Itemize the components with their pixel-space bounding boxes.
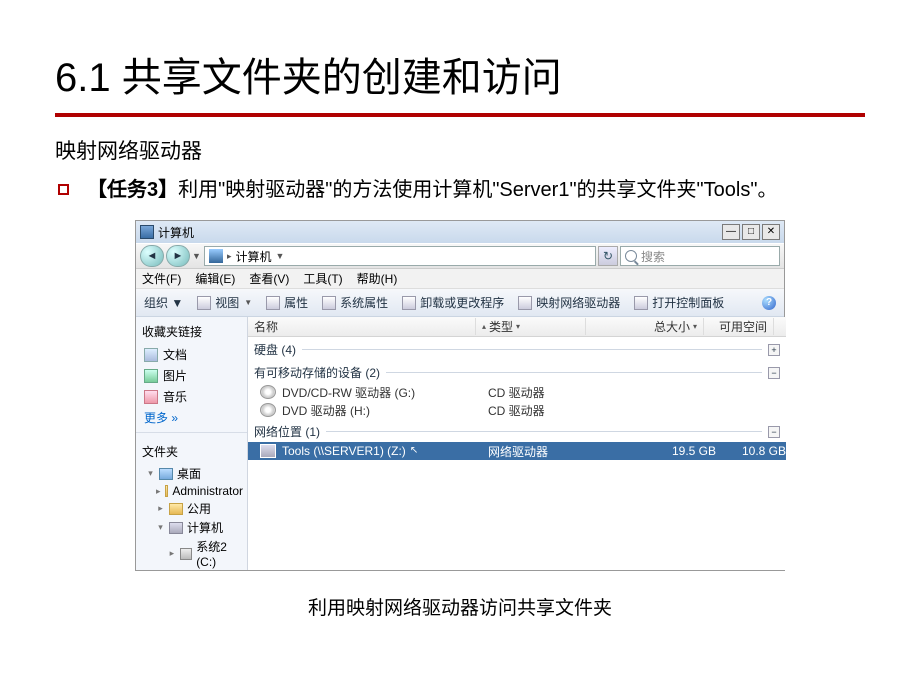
- tree-public[interactable]: ▸公用: [136, 499, 247, 518]
- folders-title: 文件夹: [136, 437, 247, 464]
- bullet-marker-icon: [58, 184, 69, 195]
- expand-icon[interactable]: ▾: [146, 468, 155, 479]
- breadcrumb-suffix-icon[interactable]: ▼: [276, 251, 285, 261]
- properties-icon: [266, 296, 280, 310]
- slide-title: 6.1 共享文件夹的创建和访问: [0, 0, 920, 113]
- command-bar: 组织 ▼ 视图▼ 属性 系统属性 卸载或更改程序 映射网络驱动器 打开控制面板 …: [136, 289, 784, 317]
- sidebar-more-link[interactable]: 更多 »: [136, 407, 247, 428]
- file-list-pane: 名称 ▴类型▾ 总大小▾ 可用空间 硬盘 (4)+ 有可移动存储的设备 (2)−…: [248, 317, 786, 570]
- history-dropdown-icon[interactable]: ▼: [192, 251, 202, 261]
- task-label: 【任务3】: [87, 179, 178, 201]
- row-tools-z[interactable]: Tools (\\SERVER1) (Z:)↖ 网络驱动器 19.5 GB 10…: [248, 442, 786, 460]
- controlpanel-icon: [634, 296, 648, 310]
- tree-drive-c[interactable]: ▸系统2 (C:): [136, 537, 247, 570]
- menu-edit[interactable]: 编辑(E): [195, 270, 235, 287]
- desktop-icon: [159, 468, 173, 480]
- documents-icon: [144, 348, 158, 362]
- group-hdd[interactable]: 硬盘 (4)+: [248, 337, 786, 360]
- search-input[interactable]: 搜索: [620, 246, 780, 266]
- organize-button[interactable]: 组织 ▼: [144, 294, 183, 311]
- slide-subtitle: 映射网络驱动器: [0, 117, 920, 173]
- column-header-row: 名称 ▴类型▾ 总大小▾ 可用空间: [248, 317, 786, 337]
- location-icon: [209, 249, 223, 263]
- explorer-window: 计算机 — □ ✕ ◄ ► ▼ ▸ 计算机 ▼ ↻ 搜索 文件(F) 编辑(E)…: [135, 220, 785, 571]
- chevron-right-icon: ▸: [227, 251, 232, 262]
- sort-asc-icon: ▴: [482, 322, 486, 331]
- favorites-title: 收藏夹链接: [136, 317, 247, 344]
- controlpanel-button[interactable]: 打开控制面板: [634, 294, 724, 311]
- search-placeholder: 搜索: [641, 248, 665, 265]
- window-title: 计算机: [158, 224, 194, 241]
- sidebar-item-music[interactable]: 音乐: [136, 386, 247, 407]
- folder-icon: [165, 485, 169, 497]
- tree-computer[interactable]: ▾计算机: [136, 518, 247, 537]
- music-icon: [144, 390, 158, 404]
- forward-button[interactable]: ►: [166, 245, 190, 267]
- group-netloc[interactable]: 网络位置 (1)−: [248, 419, 786, 442]
- column-name[interactable]: 名称: [248, 318, 476, 335]
- mouse-cursor-icon: ↖: [410, 445, 418, 456]
- column-type[interactable]: ▴类型▾: [476, 318, 586, 335]
- tree-admin[interactable]: ▸Administrator: [136, 483, 247, 499]
- task-body: 利用"映射驱动器"的方法使用计算机"Server1"的共享文件夹"Tools"。: [178, 179, 777, 201]
- computer-icon: [140, 225, 154, 239]
- nav-pane: 收藏夹链接 文档 图片 音乐 更多 » 文件夹 ▾桌面 ▸Administrat…: [136, 317, 248, 570]
- search-icon: [625, 250, 637, 262]
- expand-icon[interactable]: ▾: [156, 522, 165, 533]
- address-bar[interactable]: ▸ 计算机 ▼: [204, 246, 596, 266]
- column-size[interactable]: 总大小▾: [586, 318, 704, 335]
- menu-file[interactable]: 文件(F): [142, 270, 181, 287]
- folder-icon: [169, 503, 183, 515]
- collapse-icon[interactable]: +: [768, 344, 780, 356]
- refresh-button[interactable]: ↻: [598, 246, 618, 266]
- views-icon: [197, 296, 211, 310]
- row-dvd-h[interactable]: DVD 驱动器 (H:) CD 驱动器: [248, 401, 786, 419]
- expand-icon[interactable]: ▸: [156, 503, 165, 514]
- back-button[interactable]: ◄: [140, 245, 164, 267]
- group-removable[interactable]: 有可移动存储的设备 (2)−: [248, 360, 786, 383]
- dropdown-icon[interactable]: ▾: [693, 322, 697, 331]
- task-text-block: 【任务3】利用"映射驱动器"的方法使用计算机"Server1"的共享文件夹"To…: [87, 175, 777, 206]
- sidebar-item-pictures[interactable]: 图片: [136, 365, 247, 386]
- pictures-icon: [144, 369, 158, 383]
- sysprops-icon: [322, 296, 336, 310]
- uninstall-icon: [402, 296, 416, 310]
- dvd-drive-icon: [260, 385, 276, 399]
- column-free[interactable]: 可用空间: [704, 318, 774, 335]
- collapse-icon[interactable]: −: [768, 367, 780, 379]
- sidebar-separator: [136, 432, 247, 433]
- menu-help[interactable]: 帮助(H): [357, 270, 398, 287]
- nav-toolbar: ◄ ► ▼ ▸ 计算机 ▼ ↻ 搜索: [136, 243, 784, 269]
- window-titlebar[interactable]: 计算机 — □ ✕: [136, 221, 784, 243]
- collapse-icon[interactable]: −: [768, 426, 780, 438]
- tree-desktop[interactable]: ▾桌面: [136, 464, 247, 483]
- network-drive-icon: [260, 444, 276, 458]
- mapdrive-icon: [518, 296, 532, 310]
- expand-icon[interactable]: ▸: [156, 486, 161, 497]
- uninstall-button[interactable]: 卸载或更改程序: [402, 294, 504, 311]
- close-button[interactable]: ✕: [762, 224, 780, 240]
- drive-icon: [180, 548, 192, 560]
- properties-button[interactable]: 属性: [266, 294, 308, 311]
- mapdrive-button[interactable]: 映射网络驱动器: [518, 294, 620, 311]
- menubar: 文件(F) 编辑(E) 查看(V) 工具(T) 帮助(H): [136, 269, 784, 289]
- computer-tree-icon: [169, 522, 183, 534]
- sysprops-button[interactable]: 系统属性: [322, 294, 388, 311]
- views-button[interactable]: 视图▼: [197, 294, 252, 311]
- row-dvd-g[interactable]: DVD/CD-RW 驱动器 (G:) CD 驱动器: [248, 383, 786, 401]
- expand-icon[interactable]: ▸: [168, 548, 176, 559]
- help-icon[interactable]: ?: [762, 296, 776, 310]
- screenshot-caption: 利用映射网络驱动器访问共享文件夹: [0, 593, 920, 620]
- menu-tools[interactable]: 工具(T): [303, 270, 342, 287]
- maximize-button[interactable]: □: [742, 224, 760, 240]
- dropdown-icon[interactable]: ▾: [516, 322, 520, 331]
- dvd-drive-icon: [260, 403, 276, 417]
- menu-view[interactable]: 查看(V): [249, 270, 289, 287]
- breadcrumb-segment[interactable]: 计算机: [236, 248, 272, 265]
- minimize-button[interactable]: —: [722, 224, 740, 240]
- sidebar-item-documents[interactable]: 文档: [136, 344, 247, 365]
